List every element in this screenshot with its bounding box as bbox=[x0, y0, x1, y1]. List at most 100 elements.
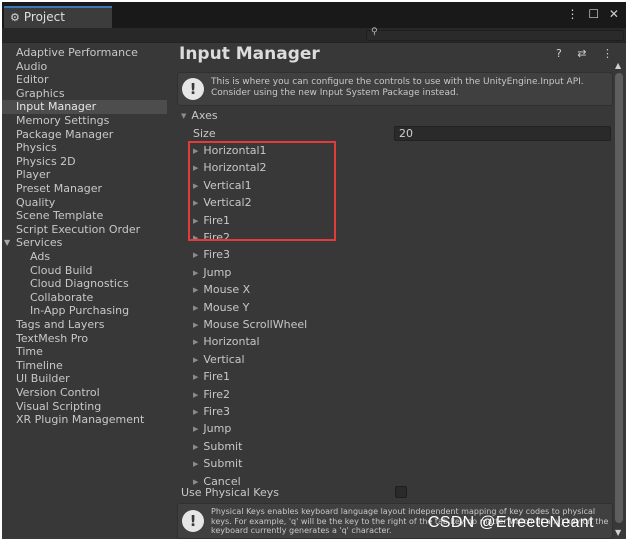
sidebar-item-ads[interactable]: Ads bbox=[30, 250, 50, 264]
axis-foldout[interactable]: ▶ Horizontal2 bbox=[193, 161, 267, 175]
expanded-triangle-icon: ▼ bbox=[181, 112, 187, 120]
sidebar-item-timeline[interactable]: Timeline bbox=[16, 359, 63, 373]
axis-label: Mouse Y bbox=[203, 300, 250, 314]
sidebar-item-package-manager[interactable]: Package Manager bbox=[16, 128, 113, 142]
axis-foldout[interactable]: ▶ Fire2 bbox=[193, 388, 230, 402]
collapsed-triangle-icon: ▶ bbox=[193, 477, 199, 486]
settings-sidebar: Adaptive Performance Audio Editor Graphi… bbox=[2, 43, 167, 539]
sidebar-item-player[interactable]: Player bbox=[16, 168, 50, 182]
collapsed-triangle-icon: ▶ bbox=[193, 303, 199, 312]
sidebar-item-version-control[interactable]: Version Control bbox=[16, 386, 100, 400]
axis-foldout[interactable]: ▶ Fire3 bbox=[193, 248, 230, 262]
axis-label: Fire3 bbox=[203, 248, 231, 262]
axis-label: Fire1 bbox=[203, 370, 231, 384]
sidebar-item-in-app-purchasing[interactable]: In-App Purchasing bbox=[30, 304, 129, 318]
vertical-scrollbar[interactable]: ▲ ▼ bbox=[614, 61, 624, 539]
axis-foldout[interactable]: ▶ Mouse X bbox=[193, 283, 250, 297]
collapsed-triangle-icon: ▶ bbox=[193, 425, 199, 434]
sidebar-item-cloud-diagnostics[interactable]: Cloud Diagnostics bbox=[30, 277, 129, 291]
sidebar-item-cloud-build[interactable]: Cloud Build bbox=[30, 264, 93, 278]
sidebar-item-input-manager[interactable]: Input Manager bbox=[2, 100, 167, 115]
tab-project-settings[interactable]: ⚙Project Settings bbox=[4, 6, 112, 43]
axis-foldout[interactable]: ▶ Fire3 bbox=[193, 405, 230, 419]
expanded-triangle-icon[interactable]: ▼ bbox=[4, 236, 10, 250]
sidebar-item-scene-template[interactable]: Scene Template bbox=[16, 209, 103, 223]
use-physical-keys-label: Use Physical Keys bbox=[181, 486, 279, 499]
size-field[interactable]: 20 bbox=[394, 126, 611, 141]
axis-label: Submit bbox=[203, 439, 243, 453]
search-input[interactable]: ⚲ bbox=[366, 27, 624, 41]
sidebar-item-ui-builder[interactable]: UI Builder bbox=[16, 372, 70, 386]
header-icons[interactable]: ? ⇄ ⋮ bbox=[556, 47, 619, 60]
axis-foldout[interactable]: ▶ Vertical1 bbox=[193, 179, 252, 193]
collapsed-triangle-icon: ▶ bbox=[193, 286, 199, 295]
collapsed-triangle-icon: ▶ bbox=[193, 338, 199, 347]
axis-foldout[interactable]: ▶ Horizontal1 bbox=[193, 144, 267, 158]
sidebar-item-preset-manager[interactable]: Preset Manager bbox=[16, 182, 102, 196]
watermark: CSDN @EtreeteNeant bbox=[428, 514, 594, 531]
axis-foldout[interactable]: ▶ Fire1 bbox=[193, 370, 230, 384]
sidebar-item-script-execution-order[interactable]: Script Execution Order bbox=[16, 223, 140, 237]
scroll-down-arrow-icon[interactable]: ▼ bbox=[615, 528, 621, 537]
collapsed-triangle-icon: ▶ bbox=[193, 442, 199, 451]
sidebar-item-quality[interactable]: Quality bbox=[16, 196, 55, 210]
sidebar-item-memory-settings[interactable]: Memory Settings bbox=[16, 114, 109, 128]
axis-label: Horizontal2 bbox=[203, 161, 267, 175]
sidebar-item-xr-plugin-management[interactable]: XR Plugin Management bbox=[16, 413, 144, 427]
axis-label: Jump bbox=[203, 265, 232, 279]
axis-foldout[interactable]: ▶ Jump bbox=[193, 266, 231, 280]
axis-label: Vertical bbox=[203, 352, 245, 366]
axis-foldout[interactable]: ▶ Mouse ScrollWheel bbox=[193, 318, 307, 332]
input-manager-panel: Input Manager ? ⇄ ⋮ ! This is where you … bbox=[171, 43, 621, 539]
axis-label: Fire1 bbox=[203, 213, 231, 227]
axis-foldout[interactable]: ▶ Submit bbox=[193, 457, 242, 471]
axis-label: Fire2 bbox=[203, 231, 231, 244]
gear-icon: ⚙ bbox=[10, 11, 20, 24]
sidebar-item-audio[interactable]: Audio bbox=[16, 60, 47, 74]
sidebar-item-physics-2d[interactable]: Physics 2D bbox=[16, 155, 76, 169]
collapsed-triangle-icon: ▶ bbox=[193, 164, 199, 173]
sidebar-item-visual-scripting[interactable]: Visual Scripting bbox=[16, 400, 101, 414]
axis-foldout[interactable]: ▶ Submit bbox=[193, 440, 242, 454]
collapsed-triangle-icon: ▶ bbox=[193, 355, 199, 364]
title-bar: ⚙Project Settings ⋮ ☐ ✕ bbox=[2, 2, 626, 43]
axis-foldout[interactable]: ▶ Jump bbox=[193, 422, 231, 436]
axes-label: Axes bbox=[191, 109, 218, 122]
collapsed-triangle-icon: ▶ bbox=[193, 460, 199, 469]
info-help-box: ! This is where you can configure the co… bbox=[177, 72, 613, 106]
axis-foldout[interactable]: ▶ Vertical bbox=[193, 353, 245, 367]
search-icon: ⚲ bbox=[371, 27, 378, 37]
sidebar-item-graphics[interactable]: Graphics bbox=[16, 87, 65, 101]
axis-foldout[interactable]: ▶ Horizontal bbox=[193, 335, 260, 349]
collapsed-triangle-icon: ▶ bbox=[193, 408, 199, 416]
sidebar-item-label: Services bbox=[16, 236, 63, 250]
collapsed-triangle-icon: ▶ bbox=[193, 216, 199, 225]
scrollbar-thumb[interactable] bbox=[615, 73, 623, 523]
collapsed-triangle-icon: ▶ bbox=[193, 268, 199, 277]
sidebar-item-services[interactable]: ▼ Services bbox=[4, 236, 63, 250]
toolbar: ⚲ bbox=[2, 27, 626, 43]
axis-foldout[interactable]: ▶ Mouse Y bbox=[193, 301, 249, 315]
axis-label: Fire2 bbox=[203, 387, 231, 401]
sidebar-item-adaptive-performance[interactable]: Adaptive Performance bbox=[16, 46, 138, 60]
axes-foldout[interactable]: ▼ Axes bbox=[181, 109, 218, 123]
sidebar-item-tags-and-layers[interactable]: Tags and Layers bbox=[16, 318, 104, 332]
sidebar-item-editor[interactable]: Editor bbox=[16, 73, 49, 87]
axis-foldout[interactable]: ▶ Fire2 bbox=[193, 231, 230, 245]
use-physical-keys-checkbox[interactable] bbox=[395, 486, 407, 498]
axis-label: Horizontal1 bbox=[203, 144, 267, 157]
scroll-up-arrow-icon[interactable]: ▲ bbox=[615, 61, 621, 70]
collapsed-triangle-icon: ▶ bbox=[193, 373, 199, 382]
axis-label: Horizontal bbox=[203, 335, 260, 349]
window-controls[interactable]: ⋮ ☐ ✕ bbox=[567, 7, 622, 21]
sidebar-item-collaborate[interactable]: Collaborate bbox=[30, 291, 93, 305]
collapsed-triangle-icon: ▶ bbox=[193, 251, 199, 260]
axis-foldout[interactable]: ▶ Vertical2 bbox=[193, 196, 252, 210]
axis-label: Mouse ScrollWheel bbox=[203, 318, 308, 331]
help-text: This is where you can configure the cont… bbox=[211, 77, 584, 98]
axis-foldout[interactable]: ▶ Fire1 bbox=[193, 214, 230, 228]
collapsed-triangle-icon: ▶ bbox=[193, 234, 199, 242]
sidebar-item-time[interactable]: Time bbox=[16, 345, 43, 359]
sidebar-item-textmesh-pro[interactable]: TextMesh Pro bbox=[16, 332, 88, 346]
sidebar-item-physics[interactable]: Physics bbox=[16, 141, 57, 155]
